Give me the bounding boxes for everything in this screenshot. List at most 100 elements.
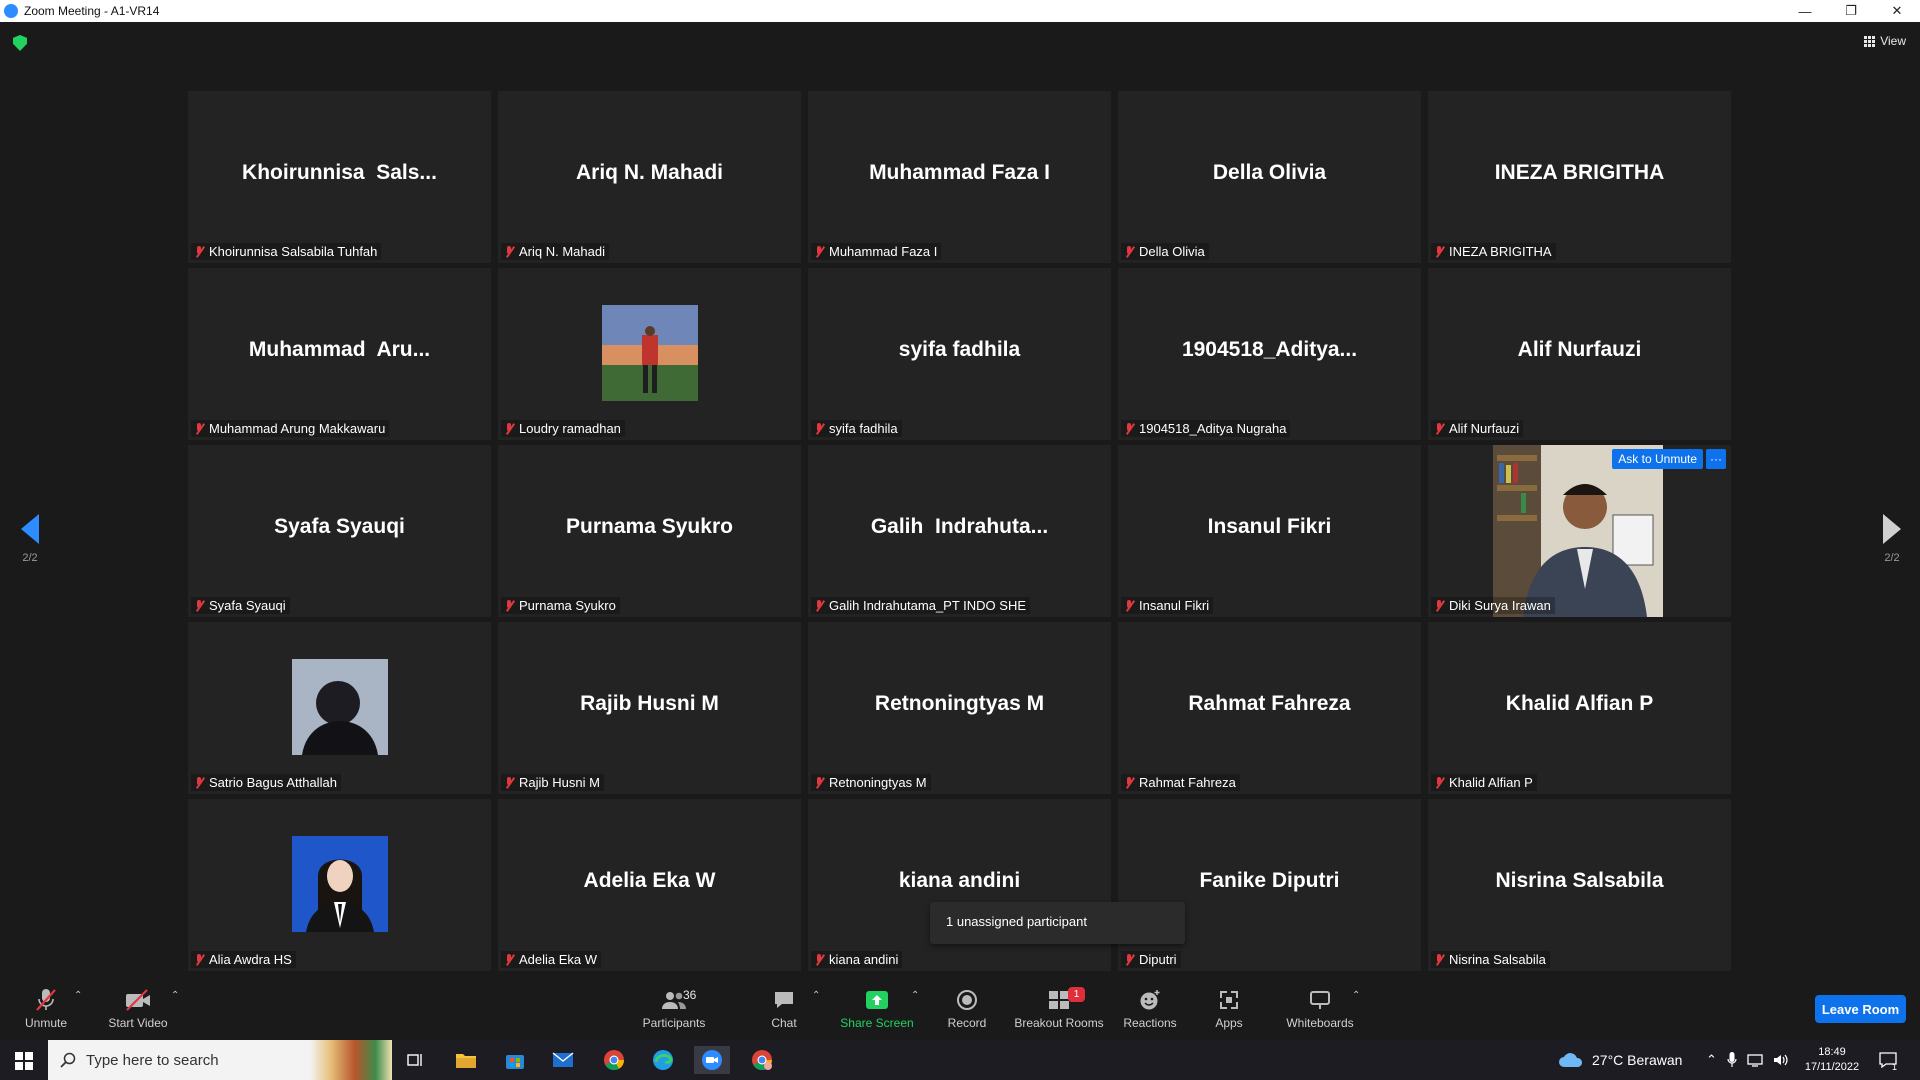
participant-name-label: Ariq N. Mahadi [501, 243, 609, 260]
video-options-caret[interactable]: ⌃ [171, 990, 179, 1001]
participant-display-name: Nisrina Salsabila [1495, 869, 1664, 892]
participant-display-name: INEZA BRIGITHA [1494, 161, 1665, 184]
leave-room-button[interactable]: Leave Room [1815, 995, 1906, 1023]
participant-name-label: Loudry ramadhan [501, 420, 625, 437]
view-button[interactable]: View [1864, 34, 1906, 48]
taskbar-search-box[interactable]: Type here to search [48, 1040, 392, 1080]
participant-name-label: Alif Nurfauzi [1431, 420, 1524, 437]
windows-start-icon[interactable] [15, 1052, 33, 1070]
participant-tile[interactable]: Galih Indrahuta... Galih Indrahutama_PT I… [808, 445, 1111, 617]
participant-display-name: Rahmat Fahreza [1188, 692, 1351, 715]
participant-tile[interactable]: Syafa Syauqi Syafa Syauqi [188, 445, 491, 617]
participant-display-name: Della Olivia [1212, 161, 1327, 184]
participant-tile[interactable]: Ariq N. Mahadi Ariq N. Mahadi [498, 91, 801, 263]
unmute-button[interactable]: Unmute [20, 986, 72, 1030]
participant-tile[interactable]: 1904518_Aditya... 1904518_Aditya Nugraha [1118, 268, 1421, 440]
participant-display-name: Alif Nurfauzi [1517, 338, 1642, 361]
participant-name-label: Retnoningtyas M [811, 774, 931, 791]
apps-label: Apps [1215, 1016, 1243, 1030]
participant-tile[interactable]: Della Olivia Della Olivia [1118, 91, 1421, 263]
notification-center-icon[interactable]: 1 [1878, 1040, 1897, 1080]
apps-button[interactable]: Apps [1213, 986, 1245, 1030]
record-label: Record [947, 1016, 987, 1030]
participant-tile[interactable]: Purnama Syukro Purnama Syukro [498, 445, 801, 617]
weather-widget[interactable]: 27°C Berawan [1558, 1040, 1682, 1080]
microsoft-store-icon[interactable] [497, 1046, 533, 1074]
participant-tile[interactable]: Insanul Fikri Insanul Fikri [1118, 445, 1421, 617]
task-view-icon[interactable] [398, 1046, 434, 1074]
whiteboards-options-caret[interactable]: ⌃ [1352, 990, 1360, 1001]
apps-icon [1220, 991, 1238, 1009]
reactions-button[interactable]: Reactions [1120, 986, 1180, 1030]
participant-tile[interactable]: Khoirunnisa Sals... Khoirunnisa Salsabila… [188, 91, 491, 263]
share-screen-label: Share Screen [840, 1016, 914, 1030]
encryption-shield-icon[interactable] [13, 35, 27, 51]
share-options-caret[interactable]: ⌃ [911, 990, 919, 1001]
page-indicator-right: 2/2 [1884, 552, 1900, 564]
participant-tile[interactable]: Rajib Husni M Rajib Husni M [498, 622, 801, 794]
taskbar-clock[interactable]: 18:49 17/11/2022 [1796, 1045, 1868, 1075]
volume-icon[interactable] [1773, 1053, 1789, 1067]
participant-tile[interactable]: Alif Nurfauzi Alif Nurfauzi [1428, 268, 1731, 440]
zoom-taskbar-icon[interactable] [694, 1046, 730, 1074]
participants-button[interactable]: 36 Participants [641, 986, 707, 1030]
participant-tile[interactable]: Muhammad Aru... Muhammad Arung Makkawaru [188, 268, 491, 440]
chrome-icon[interactable] [596, 1046, 632, 1074]
next-page-button[interactable]: 2/2 [1872, 514, 1912, 564]
participant-tile[interactable]: Fanike Diputri Diputri [1118, 799, 1421, 971]
edge-icon[interactable] [645, 1046, 681, 1074]
unassigned-participant-tooltip: 1 unassigned participant [930, 902, 1185, 944]
network-icon[interactable] [1747, 1053, 1763, 1067]
breakout-rooms-label: Breakout Rooms [1014, 1016, 1104, 1030]
breakout-rooms-button[interactable]: 1 Breakout Rooms [1012, 986, 1106, 1030]
participant-name: Alif Nurfauzi [1449, 421, 1520, 436]
whiteboards-button[interactable]: Whiteboards [1284, 986, 1356, 1030]
audio-options-caret[interactable]: ⌃ [74, 990, 82, 1001]
restore-button[interactable]: ❐ [1828, 0, 1874, 22]
participant-tile[interactable]: Rahmat Fahreza Rahmat Fahreza [1118, 622, 1421, 794]
participant-tile[interactable]: kiana andini kiana andini [808, 799, 1111, 971]
chrome-profile-icon[interactable] [744, 1046, 780, 1074]
minimize-button[interactable]: — [1782, 0, 1828, 22]
muted-mic-icon [1433, 776, 1445, 790]
muted-mic-icon [193, 422, 205, 436]
participant-name-label: Muhammad Faza I [811, 243, 942, 260]
participant-name: Satrio Bagus Atthallah [209, 775, 337, 790]
participant-tile[interactable]: Muhammad Faza I Muhammad Faza I [808, 91, 1111, 263]
participant-tile[interactable]: Ask to Unmute ··· Diki Surya Irawan [1428, 445, 1731, 617]
participant-tile[interactable]: Retnoningtyas M Retnoningtyas M [808, 622, 1111, 794]
participant-name: Galih Indrahutama_PT INDO SHE [829, 598, 1027, 613]
search-placeholder: Type here to search [86, 1051, 219, 1069]
windows-taskbar: Type here to search 27°C Berawan ⌃ 18:49… [0, 1040, 1920, 1080]
participant-name: Muhammad Faza I [829, 244, 938, 259]
participant-name-label: Adelia Eka W [501, 951, 602, 968]
participant-tile[interactable]: Nisrina Salsabila Nisrina Salsabila [1428, 799, 1731, 971]
mail-icon[interactable] [545, 1046, 581, 1074]
more-options-button[interactable]: ··· [1706, 449, 1726, 469]
muted-mic-icon [503, 776, 515, 790]
chat-options-caret[interactable]: ⌃ [812, 990, 820, 1001]
chat-button[interactable]: Chat [766, 986, 802, 1030]
close-button[interactable]: ✕ [1874, 0, 1920, 22]
participant-tile[interactable]: Alia Awdra HS [188, 799, 491, 971]
participant-name: Purnama Syukro [519, 598, 616, 613]
participant-tile[interactable]: INEZA BRIGITHA INEZA BRIGITHA [1428, 91, 1731, 263]
gallery-grid: Khoirunnisa Sals... Khoirunnisa Salsabila… [188, 91, 1733, 971]
participant-tile[interactable]: Khalid Alfian P Khalid Alfian P [1428, 622, 1731, 794]
previous-page-button[interactable]: 2/2 [10, 514, 50, 564]
participant-name-label: Alia Awdra HS [191, 951, 296, 968]
file-explorer-icon[interactable] [448, 1046, 484, 1074]
participant-tile[interactable]: Satrio Bagus Atthallah [188, 622, 491, 794]
start-video-button[interactable]: Start Video [105, 986, 171, 1030]
share-screen-button[interactable]: Share Screen [838, 986, 916, 1030]
participant-tile[interactable]: syifa fadhila syifa fadhila [808, 268, 1111, 440]
participant-name: Loudry ramadhan [519, 421, 621, 436]
window-controls: — ❐ ✕ [1782, 0, 1920, 22]
tray-chevron-icon[interactable]: ⌃ [1706, 1052, 1717, 1068]
ask-to-unmute-button[interactable]: Ask to Unmute [1612, 449, 1703, 469]
participant-tile[interactable]: Loudry ramadhan [498, 268, 801, 440]
record-button[interactable]: Record [944, 986, 990, 1030]
participant-name: Della Olivia [1139, 244, 1205, 259]
microphone-tray-icon[interactable] [1727, 1052, 1737, 1068]
participant-tile[interactable]: Adelia Eka W Adelia Eka W [498, 799, 801, 971]
